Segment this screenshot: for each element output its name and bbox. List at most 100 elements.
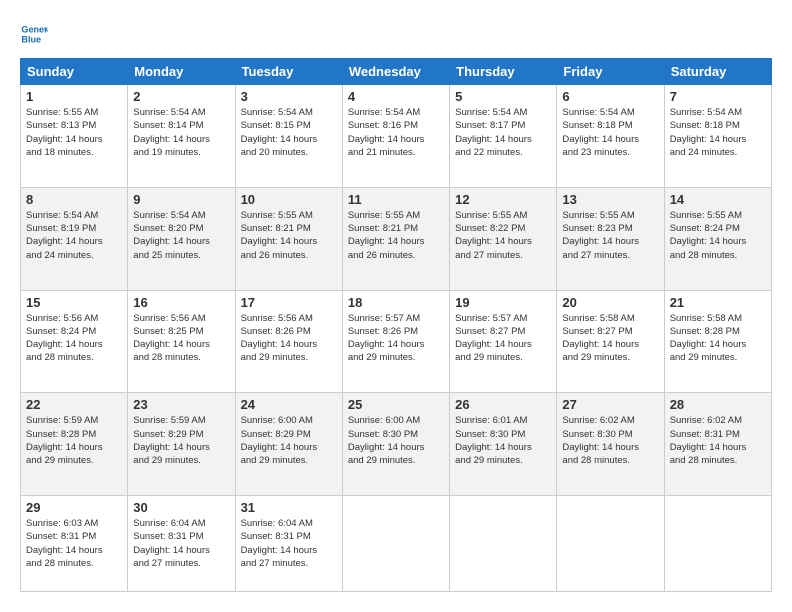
calendar-cell: 18Sunrise: 5:57 AMSunset: 8:26 PMDayligh…	[342, 290, 449, 393]
cell-content-line: Sunrise: 6:00 AM	[241, 414, 337, 427]
calendar-cell: 31Sunrise: 6:04 AMSunset: 8:31 PMDayligh…	[235, 496, 342, 592]
cell-content-line: Sunrise: 6:02 AM	[670, 414, 766, 427]
calendar-cell: 16Sunrise: 5:56 AMSunset: 8:25 PMDayligh…	[128, 290, 235, 393]
cell-content-line: and 28 minutes.	[670, 249, 766, 262]
day-number: 12	[455, 192, 551, 207]
cell-content-line: and 29 minutes.	[348, 351, 444, 364]
cell-content-line: Sunrise: 6:04 AM	[133, 517, 229, 530]
day-number: 7	[670, 89, 766, 104]
cell-content-line: Daylight: 14 hours	[455, 235, 551, 248]
calendar-header-friday: Friday	[557, 59, 664, 85]
cell-content-line: Daylight: 14 hours	[133, 235, 229, 248]
cell-content-line: and 28 minutes.	[26, 351, 122, 364]
cell-content-line: and 29 minutes.	[241, 454, 337, 467]
cell-content-line: Daylight: 14 hours	[241, 441, 337, 454]
cell-content-line: Sunset: 8:27 PM	[562, 325, 658, 338]
cell-content-line: Sunset: 8:27 PM	[455, 325, 551, 338]
cell-content-line: and 29 minutes.	[348, 454, 444, 467]
cell-content-line: Sunset: 8:21 PM	[241, 222, 337, 235]
cell-content-line: Sunset: 8:18 PM	[670, 119, 766, 132]
calendar-table: SundayMondayTuesdayWednesdayThursdayFrid…	[20, 58, 772, 592]
calendar-cell: 4Sunrise: 5:54 AMSunset: 8:16 PMDaylight…	[342, 85, 449, 188]
cell-content-line: Sunrise: 6:00 AM	[348, 414, 444, 427]
cell-content-line: and 20 minutes.	[241, 146, 337, 159]
cell-content-line: and 28 minutes.	[670, 454, 766, 467]
cell-content-line: Sunset: 8:15 PM	[241, 119, 337, 132]
calendar-cell: 26Sunrise: 6:01 AMSunset: 8:30 PMDayligh…	[450, 393, 557, 496]
cell-content-line: and 22 minutes.	[455, 146, 551, 159]
calendar-cell	[664, 496, 771, 592]
calendar-cell: 3Sunrise: 5:54 AMSunset: 8:15 PMDaylight…	[235, 85, 342, 188]
cell-content-line: and 27 minutes.	[562, 249, 658, 262]
cell-content-line: Sunset: 8:13 PM	[26, 119, 122, 132]
cell-content-line: and 25 minutes.	[133, 249, 229, 262]
cell-content-line: Daylight: 14 hours	[670, 235, 766, 248]
cell-content-line: and 19 minutes.	[133, 146, 229, 159]
cell-content-line: and 29 minutes.	[455, 454, 551, 467]
cell-content-line: Sunrise: 5:54 AM	[241, 106, 337, 119]
day-number: 29	[26, 500, 122, 515]
day-number: 1	[26, 89, 122, 104]
calendar-week-1: 8Sunrise: 5:54 AMSunset: 8:19 PMDaylight…	[21, 187, 772, 290]
cell-content-line: Sunset: 8:21 PM	[348, 222, 444, 235]
calendar-cell: 12Sunrise: 5:55 AMSunset: 8:22 PMDayligh…	[450, 187, 557, 290]
calendar-header-tuesday: Tuesday	[235, 59, 342, 85]
calendar-header-sunday: Sunday	[21, 59, 128, 85]
calendar-cell: 19Sunrise: 5:57 AMSunset: 8:27 PMDayligh…	[450, 290, 557, 393]
cell-content-line: and 26 minutes.	[241, 249, 337, 262]
calendar-cell: 2Sunrise: 5:54 AMSunset: 8:14 PMDaylight…	[128, 85, 235, 188]
cell-content-line: Daylight: 14 hours	[562, 235, 658, 248]
calendar-week-3: 22Sunrise: 5:59 AMSunset: 8:28 PMDayligh…	[21, 393, 772, 496]
day-number: 14	[670, 192, 766, 207]
calendar-cell: 9Sunrise: 5:54 AMSunset: 8:20 PMDaylight…	[128, 187, 235, 290]
day-number: 22	[26, 397, 122, 412]
cell-content-line: Daylight: 14 hours	[455, 441, 551, 454]
cell-content-line: Sunset: 8:18 PM	[562, 119, 658, 132]
cell-content-line: Daylight: 14 hours	[562, 133, 658, 146]
calendar-week-4: 29Sunrise: 6:03 AMSunset: 8:31 PMDayligh…	[21, 496, 772, 592]
cell-content-line: Sunset: 8:31 PM	[241, 530, 337, 543]
day-number: 23	[133, 397, 229, 412]
cell-content-line: Daylight: 14 hours	[26, 338, 122, 351]
day-number: 19	[455, 295, 551, 310]
cell-content-line: Sunset: 8:24 PM	[670, 222, 766, 235]
day-number: 3	[241, 89, 337, 104]
cell-content-line: and 28 minutes.	[26, 557, 122, 570]
cell-content-line: and 24 minutes.	[670, 146, 766, 159]
calendar-cell: 27Sunrise: 6:02 AMSunset: 8:30 PMDayligh…	[557, 393, 664, 496]
cell-content-line: Sunset: 8:30 PM	[455, 428, 551, 441]
cell-content-line: and 27 minutes.	[241, 557, 337, 570]
cell-content-line: Sunrise: 5:58 AM	[562, 312, 658, 325]
calendar-cell: 17Sunrise: 5:56 AMSunset: 8:26 PMDayligh…	[235, 290, 342, 393]
day-number: 5	[455, 89, 551, 104]
calendar-cell: 15Sunrise: 5:56 AMSunset: 8:24 PMDayligh…	[21, 290, 128, 393]
cell-content-line: Daylight: 14 hours	[26, 544, 122, 557]
cell-content-line: Daylight: 14 hours	[133, 133, 229, 146]
cell-content-line: Sunset: 8:24 PM	[26, 325, 122, 338]
day-number: 8	[26, 192, 122, 207]
cell-content-line: Sunset: 8:14 PM	[133, 119, 229, 132]
calendar-cell: 21Sunrise: 5:58 AMSunset: 8:28 PMDayligh…	[664, 290, 771, 393]
cell-content-line: and 29 minutes.	[133, 454, 229, 467]
day-number: 11	[348, 192, 444, 207]
day-number: 31	[241, 500, 337, 515]
cell-content-line: Sunrise: 5:55 AM	[455, 209, 551, 222]
day-number: 10	[241, 192, 337, 207]
cell-content-line: and 23 minutes.	[562, 146, 658, 159]
cell-content-line: Sunrise: 5:56 AM	[26, 312, 122, 325]
cell-content-line: Sunrise: 5:56 AM	[241, 312, 337, 325]
cell-content-line: Daylight: 14 hours	[670, 338, 766, 351]
day-number: 28	[670, 397, 766, 412]
cell-content-line: Sunrise: 5:57 AM	[455, 312, 551, 325]
calendar-cell: 5Sunrise: 5:54 AMSunset: 8:17 PMDaylight…	[450, 85, 557, 188]
cell-content-line: and 29 minutes.	[26, 454, 122, 467]
calendar-cell: 22Sunrise: 5:59 AMSunset: 8:28 PMDayligh…	[21, 393, 128, 496]
svg-text:General: General	[21, 25, 48, 35]
day-number: 30	[133, 500, 229, 515]
calendar-cell: 25Sunrise: 6:00 AMSunset: 8:30 PMDayligh…	[342, 393, 449, 496]
calendar-cell: 10Sunrise: 5:55 AMSunset: 8:21 PMDayligh…	[235, 187, 342, 290]
cell-content-line: and 24 minutes.	[26, 249, 122, 262]
day-number: 2	[133, 89, 229, 104]
calendar-cell: 6Sunrise: 5:54 AMSunset: 8:18 PMDaylight…	[557, 85, 664, 188]
calendar-cell	[450, 496, 557, 592]
